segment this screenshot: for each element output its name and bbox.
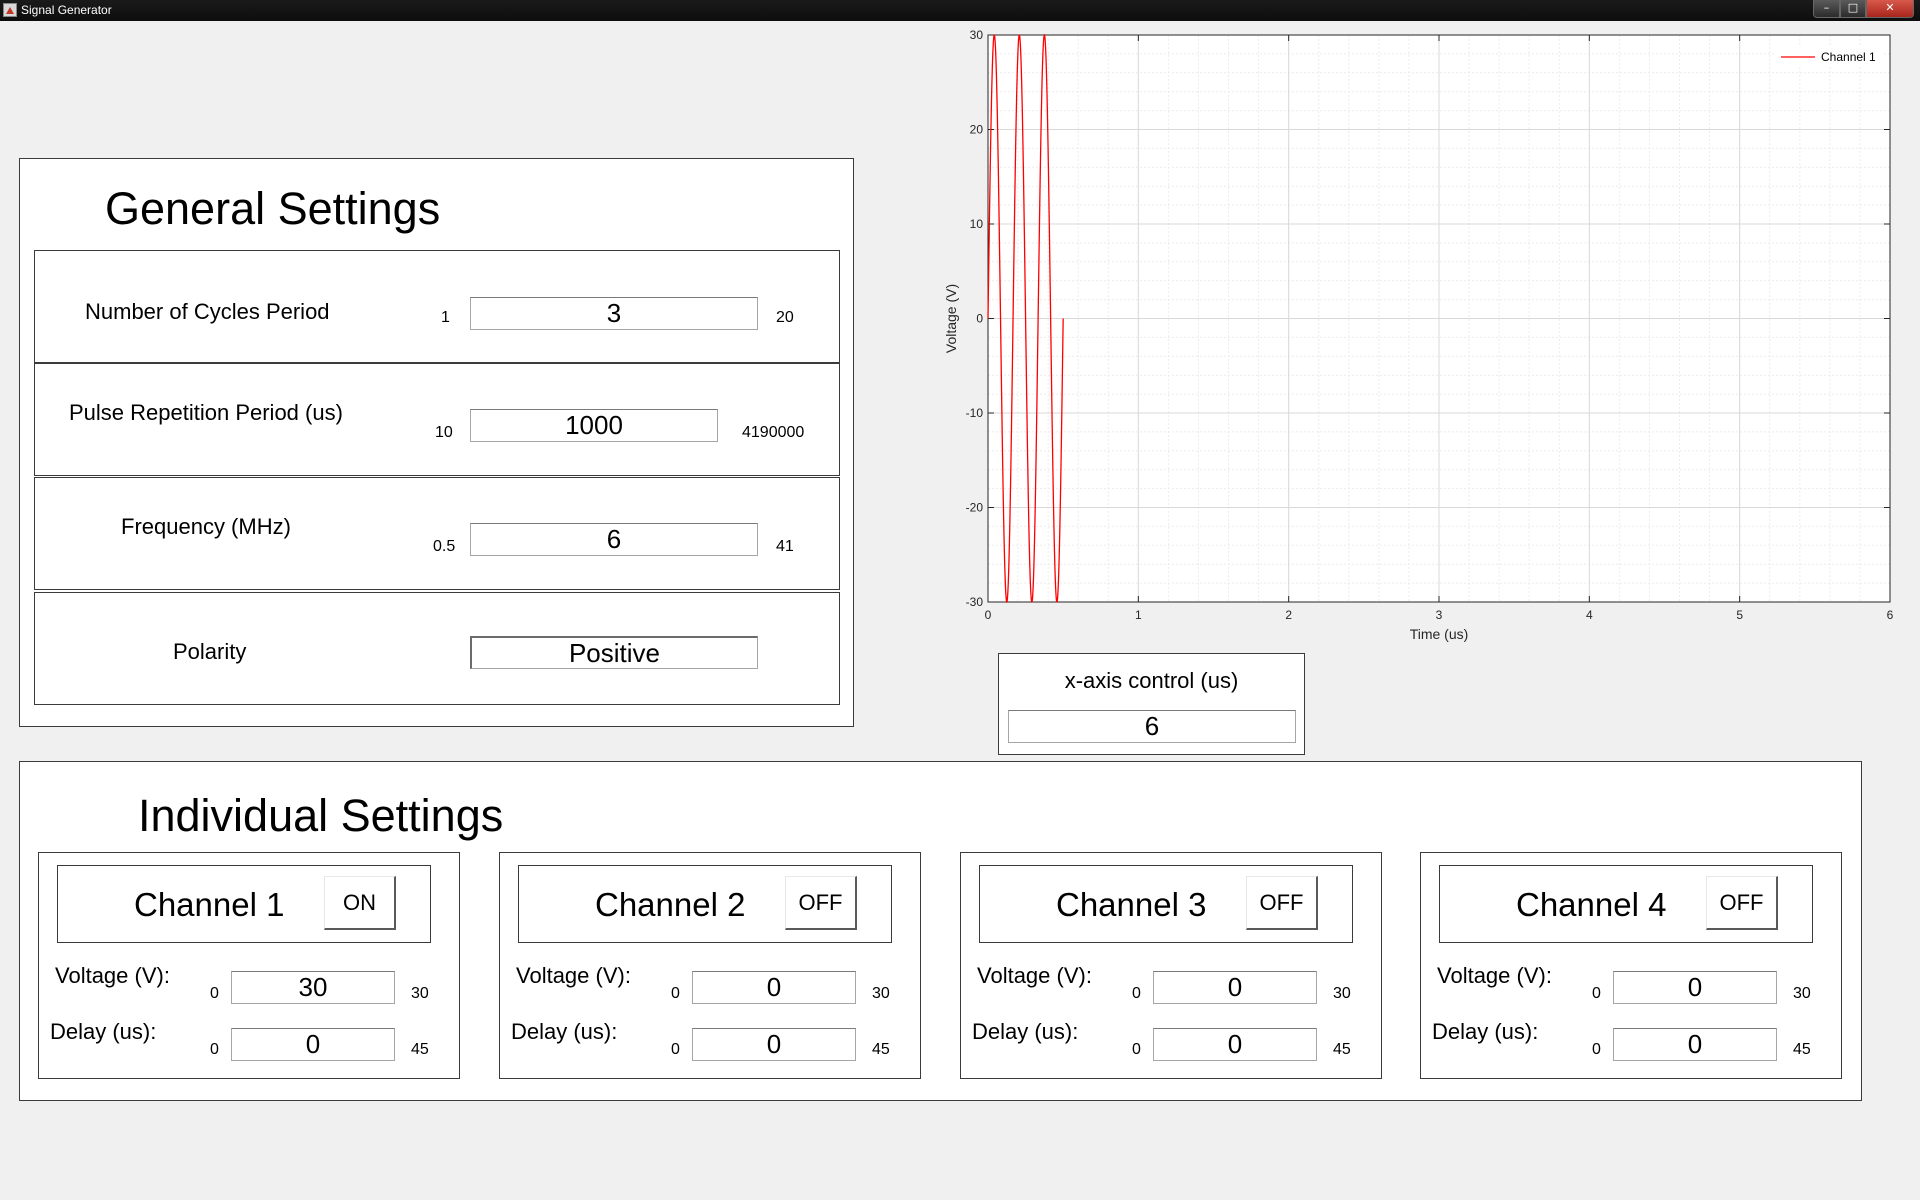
channel-2-delay-input[interactable]: 0 [692, 1028, 856, 1061]
channel-1-delay-label: Delay (us): [50, 1019, 157, 1044]
general-settings-heading: General Settings [105, 183, 441, 234]
cycles-input[interactable]: 3 [470, 297, 758, 330]
y-tick-label: -20 [966, 501, 984, 515]
pulse-period-min: 10 [435, 424, 453, 441]
channel-2-name: Channel 2 [595, 886, 746, 923]
channel-3-toggle-button[interactable]: OFF [1246, 876, 1318, 930]
channel-4-voltage-max: 30 [1793, 985, 1811, 1002]
channel-3-delay-label: Delay (us): [972, 1019, 1079, 1044]
polarity-row: Polarity Positive [34, 592, 840, 705]
cycles-row: Number of Cycles Period 1 3 20 [34, 250, 840, 363]
y-axis-label: Voltage (V) [943, 284, 959, 353]
pulse-period-row: Pulse Repetition Period (us) 10 1000 419… [34, 363, 840, 476]
polarity-label: Polarity [173, 639, 247, 664]
channel-2-delay-min: 0 [671, 1041, 680, 1058]
pulse-period-max: 4190000 [742, 424, 805, 441]
channel-3-delay-max: 45 [1333, 1041, 1351, 1058]
channel-1-name: Channel 1 [134, 886, 285, 923]
x-axis-label: Time (us) [1410, 626, 1469, 642]
channel-4-voltage-input[interactable]: 0 [1613, 971, 1777, 1004]
channel-4-header: Channel 4 OFF [1439, 865, 1813, 943]
x-tick-label: 4 [1586, 608, 1593, 622]
channel-1-delay-input[interactable]: 0 [231, 1028, 395, 1061]
x-tick-label: 3 [1436, 608, 1443, 622]
individual-settings-panel: Individual Settings Channel 1 ON Voltage (… [19, 761, 1862, 1101]
channel-2-header: Channel 2 OFF [518, 865, 892, 943]
channel-4-name: Channel 4 [1516, 886, 1667, 923]
x-tick-label: 0 [985, 608, 992, 622]
channel-2-toggle-button[interactable]: OFF [785, 876, 857, 930]
cycles-min: 1 [441, 309, 450, 326]
channel-2-voltage-input[interactable]: 0 [692, 971, 856, 1004]
y-tick-label: 10 [970, 217, 984, 231]
channel-1-voltage-input[interactable]: 30 [231, 971, 395, 1004]
channel-3-header: Channel 3 OFF [979, 865, 1353, 943]
channel-1-voltage-label: Voltage (V): [55, 963, 170, 988]
cycles-max: 20 [776, 309, 794, 326]
polarity-dropdown[interactable]: Positive [470, 636, 758, 669]
channel-4-delay-max: 45 [1793, 1041, 1811, 1058]
channel-4-delay-input[interactable]: 0 [1613, 1028, 1777, 1061]
x-tick-label: 1 [1135, 608, 1142, 622]
channel-4-toggle-button[interactable]: OFF [1706, 876, 1778, 930]
cycles-label: Number of Cycles Period [85, 299, 330, 324]
pulse-period-input[interactable]: 1000 [470, 409, 718, 442]
voltage-time-chart: 0 1 2 3 4 5 6 30 20 10 0 -10 -20 -30 Channel 1 Time (us… [943, 28, 1894, 642]
channel-4-delay-label: Delay (us): [1432, 1019, 1539, 1044]
x-tick-label: 6 [1887, 608, 1894, 622]
channel-2-box: Channel 2 OFF Voltage (V): 0 0 30 Delay (us): 0… [499, 852, 921, 1079]
channel-3-delay-input[interactable]: 0 [1153, 1028, 1317, 1061]
channel-1-box: Channel 1 ON Voltage (V): 0 30 30 Delay (us): 0… [38, 852, 460, 1079]
channel-4-box: Channel 4 OFF Voltage (V): 0 0 30 Delay (us): 0… [1420, 852, 1842, 1079]
x-tick-label: 2 [1285, 608, 1292, 622]
channel-1-delay-min: 0 [210, 1041, 219, 1058]
y-tick-label: 30 [970, 28, 984, 42]
frequency-max: 41 [776, 538, 794, 555]
y-tick-label: 20 [970, 123, 984, 137]
channel-3-voltage-label: Voltage (V): [977, 963, 1092, 988]
channel-3-box: Channel 3 OFF Voltage (V): 0 0 30 Delay (us): 0… [960, 852, 1382, 1079]
channel-1-delay-max: 45 [411, 1041, 429, 1058]
y-tick-label: -10 [966, 406, 984, 420]
channel-2-delay-label: Delay (us): [511, 1019, 618, 1044]
channel-3-voltage-input[interactable]: 0 [1153, 971, 1317, 1004]
frequency-label: Frequency (MHz) [121, 514, 291, 539]
channel-1-toggle-button[interactable]: ON [324, 876, 396, 930]
channel-2-delay-max: 45 [872, 1041, 890, 1058]
channel-4-voltage-label: Voltage (V): [1437, 963, 1552, 988]
x-axis-control-label: x-axis control (us) [1064, 668, 1239, 693]
channel-2-voltage-max: 30 [872, 985, 890, 1002]
y-tick-label: 0 [976, 312, 983, 326]
channel-2-voltage-label: Voltage (V): [516, 963, 631, 988]
general-settings-panel: General Settings Number of Cycles Period… [19, 158, 854, 727]
channel-3-voltage-min: 0 [1132, 985, 1141, 1002]
channel-4-delay-min: 0 [1592, 1041, 1601, 1058]
x-axis-control-input[interactable]: 6 [1008, 710, 1296, 743]
individual-settings-heading: Individual Settings [138, 790, 504, 841]
x-tick-label: 5 [1736, 608, 1743, 622]
legend-label: Channel 1 [1821, 50, 1876, 64]
window-title: Signal Generator [21, 3, 112, 17]
channel-3-delay-min: 0 [1132, 1041, 1141, 1058]
pulse-period-label: Pulse Repetition Period (us) [69, 400, 343, 425]
channel-3-name: Channel 3 [1056, 886, 1207, 923]
title-bar: Signal Generator – □ ✕ [0, 0, 1920, 21]
minimize-button[interactable]: – [1813, 0, 1840, 18]
matlab-icon [3, 3, 17, 17]
x-axis-control-panel: x-axis control (us) 6 [998, 653, 1305, 755]
channel-1-header: Channel 1 ON [57, 865, 431, 943]
y-tick-label: -30 [966, 595, 984, 609]
channel-2-voltage-min: 0 [671, 985, 680, 1002]
close-button[interactable]: ✕ [1866, 0, 1914, 18]
frequency-row: Frequency (MHz) 0.5 6 41 [34, 477, 840, 590]
channel-1-voltage-max: 30 [411, 985, 429, 1002]
frequency-input[interactable]: 6 [470, 523, 758, 556]
maximize-button[interactable]: □ [1840, 0, 1866, 18]
channel-1-voltage-min: 0 [210, 985, 219, 1002]
channel-3-voltage-max: 30 [1333, 985, 1351, 1002]
channel-4-voltage-min: 0 [1592, 985, 1601, 1002]
frequency-min: 0.5 [433, 538, 456, 555]
